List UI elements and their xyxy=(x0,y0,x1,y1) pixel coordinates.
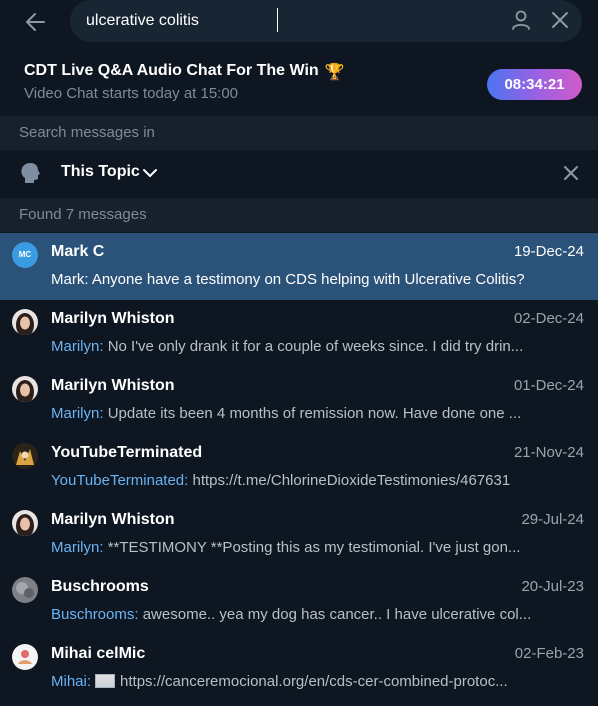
result-preview: Marilyn: Update its been 4 months of rem… xyxy=(51,405,584,422)
search-input[interactable] xyxy=(86,9,486,33)
result-text: awesome.. yea my dog has cancer.. I have… xyxy=(142,606,532,623)
result-preview: Marilyn: No I've only drank it for a cou… xyxy=(51,338,584,355)
back-button[interactable] xyxy=(20,8,52,36)
result-sender-name: Marilyn Whiston xyxy=(51,511,175,528)
result-date: 02-Feb-23 xyxy=(514,645,584,662)
result-date: 21-Nov-24 xyxy=(513,444,584,461)
topic-selector[interactable]: This Topic xyxy=(0,150,598,196)
video-chat-title: CDT Live Q&A Audio Chat For The Win 🏆 xyxy=(24,62,345,81)
search-result-row[interactable]: Mihai celMic 02-Feb-23 Mihai: https://can… xyxy=(0,635,598,702)
result-date: 19-Dec-24 xyxy=(513,243,584,260)
result-sender-name: Marilyn Whiston xyxy=(51,377,175,394)
result-text: No I've only drank it for a couple of we… xyxy=(107,338,524,355)
chevron-down-icon xyxy=(143,169,157,177)
result-sender-label: YouTubeTerminated: xyxy=(51,472,189,489)
search-in-header: Search messages in xyxy=(0,116,598,150)
search-result-row[interactable]: Buschrooms 20-Jul-23 Buschrooms: awesome… xyxy=(0,568,598,635)
video-chat-banner[interactable]: CDT Live Q&A Audio Chat For The Win 🏆 Vid… xyxy=(0,56,598,112)
result-sender-label: Mihai: xyxy=(51,673,92,690)
result-date: 29-Jul-24 xyxy=(521,511,584,528)
result-text: https://t.me/ChlorineDioxideTestimonies/… xyxy=(192,472,511,489)
result-preview: Marilyn: **TESTIMONY **Posting this as m… xyxy=(51,539,584,556)
results-list: MC Mark C 19-Dec-24 Mark: Anyone have a … xyxy=(0,233,598,702)
result-text: Mark: Anyone have a testimony on CDS hel… xyxy=(51,271,525,288)
text-caret xyxy=(277,8,278,32)
close-icon[interactable] xyxy=(562,164,580,182)
results-count-header: Found 7 messages xyxy=(0,198,598,232)
head-speaking-icon xyxy=(21,163,40,183)
countdown-timer-button[interactable]: 08:34:21 xyxy=(487,69,582,100)
search-result-row[interactable]: Marilyn Whiston 01-Dec-24 Marilyn: Updat… xyxy=(0,367,598,434)
user-icon[interactable] xyxy=(510,9,532,31)
avatar xyxy=(12,577,38,603)
result-date: 02-Dec-24 xyxy=(513,310,584,327)
result-sender-name: Mark C xyxy=(51,243,105,260)
result-text: **TESTIMONY **Posting this as my testimo… xyxy=(107,539,521,556)
result-sender-label: Marilyn: xyxy=(51,405,104,422)
search-header xyxy=(0,0,598,44)
result-sender-name: Buschrooms xyxy=(51,578,149,595)
search-result-row[interactable]: Marilyn Whiston 02-Dec-24 Marilyn: No I'… xyxy=(0,300,598,367)
result-sender-name: Mihai celMic xyxy=(51,645,146,662)
avatar xyxy=(12,309,38,335)
search-result-row[interactable]: Marilyn Whiston 29-Jul-24 Marilyn: **TES… xyxy=(0,501,598,568)
avatar xyxy=(12,443,38,469)
result-sender-name: Marilyn Whiston xyxy=(51,310,175,327)
arrow-left-icon xyxy=(26,13,45,31)
close-icon[interactable] xyxy=(550,10,570,30)
search-result-row[interactable]: MC Mark C 19-Dec-24 Mark: Anyone have a … xyxy=(0,233,598,300)
result-preview: Mihai: https://canceremocional.org/en/cds… xyxy=(51,673,584,690)
result-date: 01-Dec-24 xyxy=(513,377,584,394)
search-box xyxy=(70,0,582,42)
result-date: 20-Jul-23 xyxy=(521,578,584,595)
result-preview: Buschrooms: awesome.. yea my dog has can… xyxy=(51,606,584,623)
result-sender-label: Marilyn: xyxy=(51,539,104,556)
result-sender-name: YouTubeTerminated xyxy=(51,444,203,461)
video-chat-subtitle: Video Chat starts today at 15:00 xyxy=(24,85,239,102)
link-thumbnail-icon xyxy=(95,674,116,688)
avatar xyxy=(12,376,38,402)
result-preview: Mark: Anyone have a testimony on CDS hel… xyxy=(51,271,584,288)
avatar xyxy=(12,510,38,536)
avatar xyxy=(12,644,38,670)
result-preview: YouTubeTerminated: https://t.me/Chlorine… xyxy=(51,472,584,489)
result-sender-label: Buschrooms: xyxy=(51,606,139,623)
trophy-icon: 🏆 xyxy=(324,64,345,81)
avatar: MC xyxy=(12,242,38,268)
result-sender-label: Marilyn: xyxy=(51,338,104,355)
search-result-row[interactable]: YouTubeTerminated 21-Nov-24 YouTubeTermi… xyxy=(0,434,598,501)
result-text: Update its been 4 months of remission no… xyxy=(107,405,522,422)
topic-label: This Topic xyxy=(61,163,140,180)
result-text: https://canceremocional.org/en/cds-cer-c… xyxy=(120,673,508,690)
